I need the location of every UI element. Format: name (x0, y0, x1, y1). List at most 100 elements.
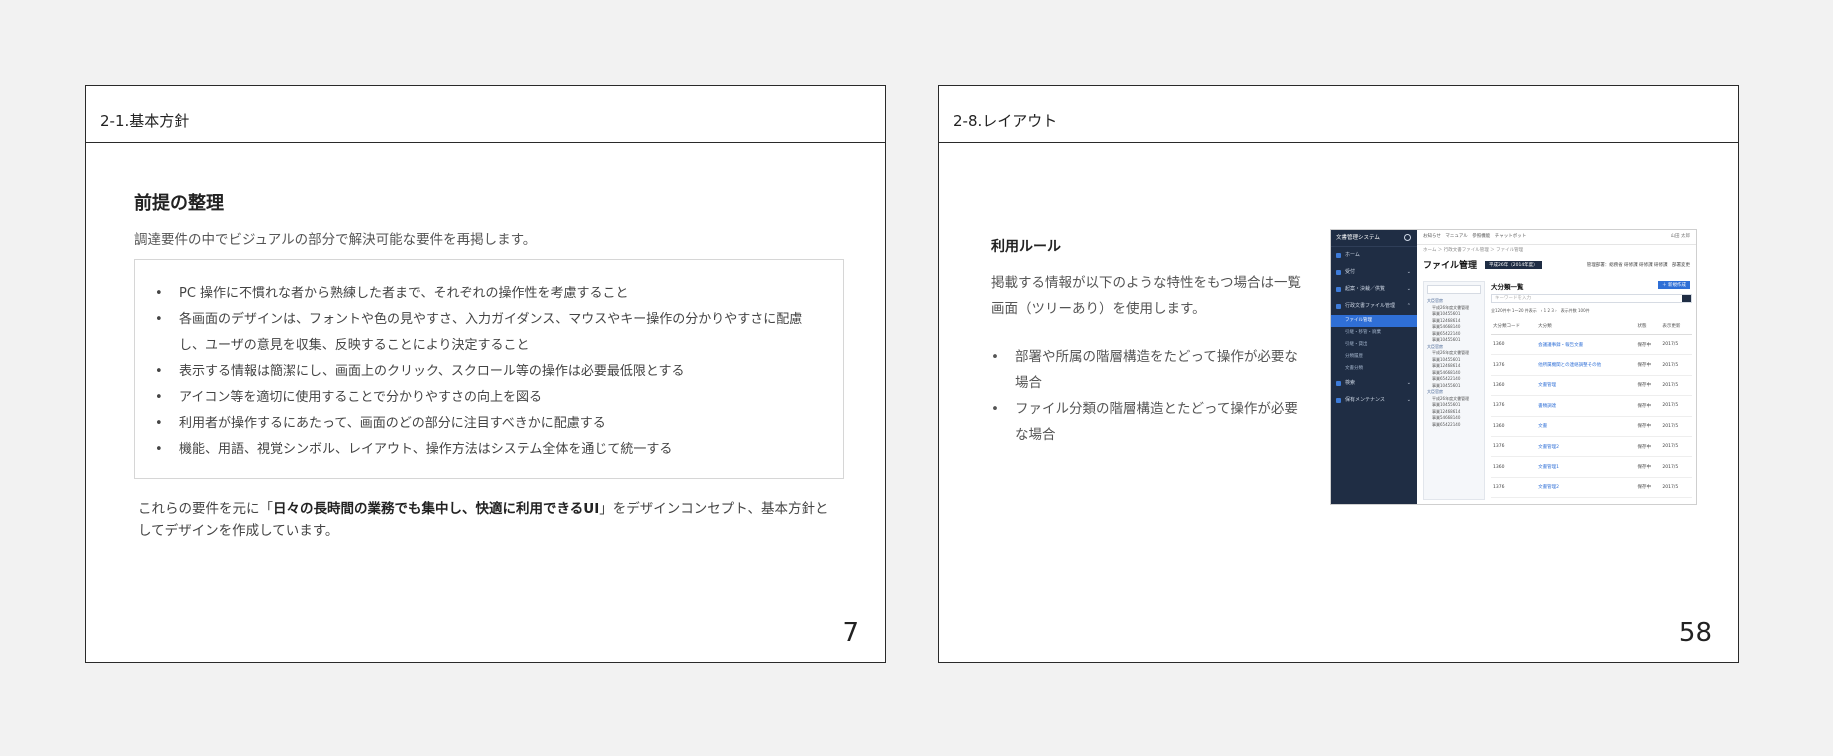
table-cell: 2017/5 (1660, 375, 1692, 397)
mock-manager: 管理部署：総務省 研修課 研修課 研修課 部署変更 (1586, 263, 1690, 268)
requirement-item: 表示する情報は簡潔にし、画面上のクリック、スクロール等の操作は必要最低限とする (155, 359, 823, 385)
table-cell: 1360 (1491, 497, 1537, 504)
table-row: 1360 会議議事録・報告文書 保存中 2017/5 (1491, 334, 1692, 356)
mock-topbar-links: お知らせ マニュアル 参照機能 チャットボット (1423, 234, 1527, 239)
mock-subnav-item: 引継・貸出 (1345, 342, 1368, 347)
chevron-icon: ⌄ (1406, 286, 1411, 292)
page-number: 58 (1678, 618, 1712, 648)
table-cell: 1360 (1491, 416, 1537, 437)
chevron-icon: ⌃ (1406, 303, 1411, 309)
nav-item-label: 検索 (1345, 380, 1356, 386)
section-subtitle: 調達要件の中でビジュアルの部分で解決可能な要件を再掲します。 (134, 232, 537, 248)
table-cell: 保存中 (1635, 497, 1661, 504)
table-cell: 2017/5 (1660, 334, 1692, 356)
table-row: 1376 文書管理2 保存中 2017/5 (1491, 477, 1692, 499)
mock-topbar: お知らせ マニュアル 参照機能 チャットボット 山田 太郎 (1417, 230, 1696, 245)
search-icon (1682, 295, 1691, 302)
requirement-item: 各画面のデザインは、フォントや色の見やすさ、入力ガイダンス、マウスやキー操作の分… (155, 307, 823, 359)
table-cell: 保存中 (1635, 395, 1661, 417)
table-cell: 1376 (1491, 395, 1537, 417)
mock-list-area: 大分類一覧 ＋ 新規作成 キーワードを入力 全120件中 1〜20 件表示 ‹ … (1491, 281, 1692, 504)
mock-subnav-item: ファイル管理 (1331, 315, 1417, 327)
mock-nav-item: 行政文書ファイル管理 ⌃ (1331, 298, 1417, 315)
table-row: 1360 文書管理1 保存中 2017/5 (1491, 456, 1692, 478)
rules-list: 部署や所属の階層構造をたどって操作が必要な場合ファイル分類の階層構造とたどって操… (991, 344, 1301, 448)
mock-subnav-item: 分類履歴 (1345, 354, 1363, 359)
slide-header: 2-1.基本方針 (86, 86, 885, 143)
table-row: 1376 他所属機関との連絡調整その他 保存中 2017/5 (1491, 354, 1692, 376)
mock-tree-panel: 大臣官房 平成26年度文書管理 事業10455601 事業12468614 事業5466… (1423, 281, 1485, 500)
requirement-item: アイコン等を適切に使用することで分かりやすさの向上を図る (155, 385, 823, 411)
section-heading: 前提の整理 (134, 193, 224, 214)
table-cell: 1376 (1491, 477, 1537, 499)
requirements-list: PC 操作に不慣れな者から熟練した者まで、それぞれの操作性を考慮すること各画面の… (155, 281, 823, 463)
nav-item-label: ホーム (1345, 252, 1360, 258)
nav-item-icon (1336, 381, 1341, 386)
table-cell: 1376 (1491, 354, 1537, 376)
mock-new-button: ＋ 新規作成 (1658, 281, 1690, 289)
slide-layout: 2-8.レイアウト 利用ルール 掲載する情報が以下のような特性をもつ場合は一覧画… (938, 85, 1739, 663)
mock-tree-node: 事業65422140 (1432, 421, 1461, 427)
mock-nav-item: 起案・決裁／供覧 ⌄ (1331, 281, 1417, 298)
table-cell: 保存中 (1635, 416, 1661, 437)
mock-app-title: 文書管理システム (1331, 230, 1417, 247)
table-row: 1360 文書管理 保存中 2017/5 (1491, 375, 1692, 397)
table-cell: 2017/5 (1660, 477, 1692, 499)
page-number: 7 (842, 618, 859, 648)
mock-breadcrumb: ホーム ＞ 行政文書ファイル管理 ＞ ファイル管理 (1423, 248, 1524, 253)
table-row: 1376 書類調達 保存中 2017/5 (1491, 395, 1692, 417)
requirements-box: PC 操作に不慣れな者から熟練した者まで、それぞれの操作性を考慮すること各画面の… (134, 259, 844, 479)
table-cell: 文書管理2 (1536, 477, 1636, 499)
nav-item-icon (1336, 287, 1341, 292)
mock-column-header: 状態 (1635, 318, 1661, 335)
mock-nav-item: 保有メンテナンス ⌄ (1331, 392, 1417, 409)
mock-subnav-item: 文書分類 (1345, 366, 1363, 371)
nav-item-icon (1336, 253, 1341, 258)
table-cell: 会議議事録・報告文書 (1536, 334, 1636, 356)
table-cell: 文書管理2 (1536, 436, 1636, 458)
mock-nav-item: 検索 ⌄ (1331, 375, 1417, 392)
table-cell: 保存中 (1635, 477, 1661, 499)
table-cell: 保存中 (1635, 354, 1661, 376)
table-cell: 1360 (1491, 375, 1537, 397)
nav-item-icon (1336, 398, 1341, 403)
layout-example-screenshot: 文書管理システム ホーム受付 ⌄ 起案・決裁／供覧 ⌄ 行政文書ファイル管理 ⌃ ファイル… (1330, 229, 1697, 505)
mock-pager: 全120件中 1〜20 件表示 ‹ 1 2 3 › 表示件数 100件 (1491, 308, 1590, 313)
mock-year-select: 平成26年（2014年度） (1485, 261, 1542, 269)
chevron-icon: ⌄ (1406, 380, 1411, 386)
mock-subnav-item: 引継・移管・廃棄 (1345, 330, 1381, 335)
nav-item-label: 起案・決裁／供覧 (1345, 286, 1386, 292)
mock-keyword-input: キーワードを入力 (1491, 294, 1692, 303)
mock-column-header: 大分類コード (1491, 318, 1537, 335)
table-cell: 保存中 (1635, 334, 1661, 356)
table-cell: 1376 (1491, 436, 1537, 458)
concept-text-pre: これらの要件を元に「 (138, 501, 273, 517)
table-cell: 文書 (1536, 416, 1636, 437)
table-cell: 2017/5 (1660, 354, 1692, 376)
table-cell: 2017/5 (1660, 395, 1692, 417)
requirement-item: 利用者が操作するにあたって、画面のどの部分に注目すべきかに配慮する (155, 411, 823, 437)
nav-item-label: 保有メンテナンス (1345, 397, 1385, 403)
table-cell: 2017/5 (1660, 436, 1692, 458)
table-row: 1376 文書管理2 保存中 2017/5 (1491, 436, 1692, 458)
slide-basic-policy: 2-1.基本方針 前提の整理 調達要件の中でビジュアルの部分で解決可能な要件を再… (85, 85, 886, 663)
table-cell: 1360 (1491, 456, 1537, 478)
chevron-icon: ⌄ (1406, 269, 1411, 275)
collapse-icon (1404, 234, 1411, 241)
rule-item: 部署や所属の階層構造をたどって操作が必要な場合 (991, 344, 1301, 396)
chevron-icon: ⌄ (1406, 397, 1411, 403)
mock-nav-item: ホーム (1331, 247, 1417, 264)
table-cell: 文書管理 (1536, 375, 1636, 397)
rule-item: ファイル分類の階層構造とたどって操作が必要な場合 (991, 396, 1301, 448)
nav-item-label: 行政文書ファイル管理 (1345, 303, 1396, 309)
mock-page-title: ファイル管理 (1423, 261, 1478, 271)
nav-item-icon (1336, 270, 1341, 275)
requirement-item: PC 操作に不慣れな者から熟練した者まで、それぞれの操作性を考慮すること (155, 281, 823, 307)
mock-column-header: 大分類 (1536, 318, 1636, 335)
nav-item-label: 受付 (1345, 269, 1356, 275)
mock-sidebar: 文書管理システム ホーム受付 ⌄ 起案・決裁／供覧 ⌄ 行政文書ファイル管理 ⌃ ファイル… (1331, 230, 1417, 504)
table-row: 1360 文書 保存中 2017/5 (1491, 416, 1692, 437)
mock-tree-search (1427, 285, 1481, 294)
slide-header: 2-8.レイアウト (939, 86, 1738, 143)
table-cell: 保存中 (1635, 375, 1661, 397)
